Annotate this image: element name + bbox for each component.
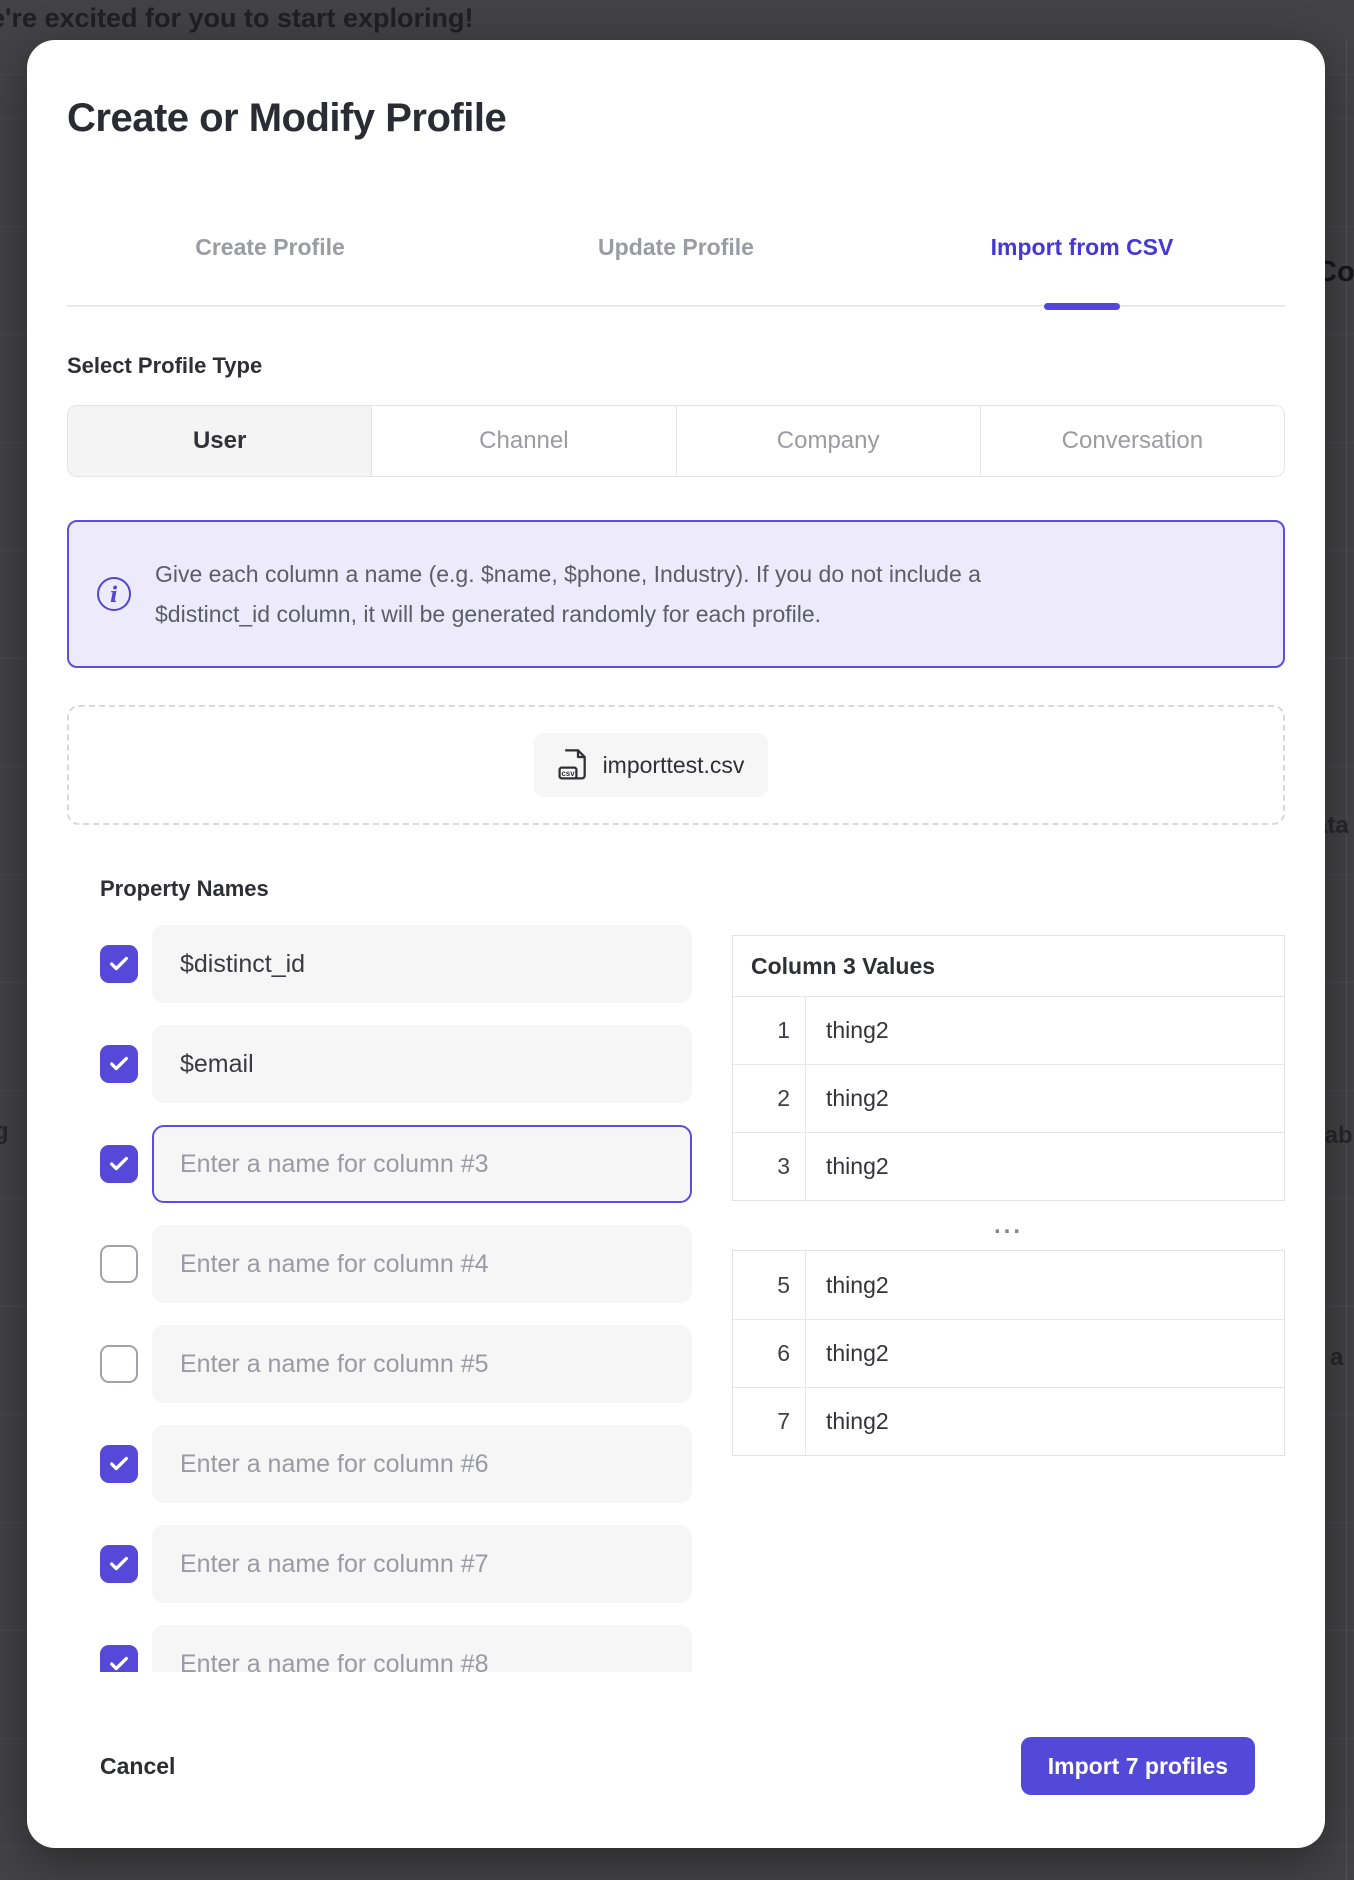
- property-checkbox-7[interactable]: [100, 1545, 138, 1583]
- uploaded-file-name: importtest.csv: [603, 752, 745, 779]
- mapping-section: Column 3 Values 1 thing2 2 thing2 3 thin…: [100, 925, 1285, 1672]
- background-fragment: a: [1330, 1344, 1343, 1372]
- row-value: thing2: [806, 1388, 1284, 1455]
- profile-type-segmented-control: User Channel Company Conversation: [67, 405, 1285, 477]
- property-row-3: [100, 1125, 692, 1203]
- background-grid-line-vertical: [1346, 40, 1347, 1880]
- property-checkbox-1[interactable]: [100, 945, 138, 983]
- check-icon: [108, 1153, 130, 1175]
- table-row: 5 thing2: [733, 1251, 1284, 1319]
- info-banner-line: $distinct_id column, it will be generate…: [155, 594, 981, 634]
- profile-type-channel[interactable]: Channel: [371, 406, 675, 476]
- import-profiles-button[interactable]: Import 7 profiles: [1021, 1737, 1255, 1795]
- profile-type-conversation[interactable]: Conversation: [980, 406, 1284, 476]
- row-value: thing2: [806, 1065, 1284, 1132]
- values-table-bottom: 5 thing2 6 thing2 7 thing2: [732, 1250, 1285, 1456]
- row-index: 1: [733, 997, 806, 1064]
- check-icon: [108, 1453, 130, 1475]
- property-row-6: [100, 1425, 692, 1503]
- info-banner: i Give each column a name (e.g. $name, $…: [67, 520, 1285, 668]
- rows-ellipsis: ...: [732, 1201, 1285, 1250]
- table-row: 1 thing2: [733, 996, 1284, 1064]
- modal-title: Create or Modify Profile: [67, 94, 1285, 142]
- property-name-input-2[interactable]: [152, 1025, 692, 1103]
- profile-type-user[interactable]: User: [68, 406, 371, 476]
- column-values-preview: Column 3 Values 1 thing2 2 thing2 3 thin…: [732, 935, 1285, 1456]
- property-checkbox-3[interactable]: [100, 1145, 138, 1183]
- tab-update-profile[interactable]: Update Profile: [473, 232, 879, 262]
- background-fragment: g: [0, 1118, 9, 1146]
- tab-import-from-csv[interactable]: Import from CSV: [879, 232, 1285, 262]
- property-checkbox-8[interactable]: [100, 1645, 138, 1672]
- row-index: 6: [733, 1320, 806, 1387]
- property-name-input-7[interactable]: [152, 1525, 692, 1603]
- property-row-8: [100, 1625, 692, 1672]
- table-row: 6 thing2: [733, 1319, 1284, 1387]
- property-row-1: [100, 925, 692, 1003]
- property-checkbox-2[interactable]: [100, 1045, 138, 1083]
- background-heading-text: e're excited for you to start exploring!: [0, 3, 474, 34]
- row-index: 5: [733, 1251, 806, 1319]
- property-name-input-1[interactable]: [152, 925, 692, 1003]
- cancel-button[interactable]: Cancel: [100, 1753, 175, 1780]
- csv-file-icon: csv: [558, 747, 590, 783]
- property-checkbox-4[interactable]: [100, 1245, 138, 1283]
- check-icon: [108, 1653, 130, 1672]
- property-name-input-4[interactable]: [152, 1225, 692, 1303]
- tab-create-profile[interactable]: Create Profile: [67, 232, 473, 262]
- tabs-divider: [67, 305, 1285, 307]
- row-index: 3: [733, 1133, 806, 1200]
- row-value: thing2: [806, 1251, 1284, 1319]
- row-value: thing2: [806, 1133, 1284, 1200]
- property-row-2: [100, 1025, 692, 1103]
- create-or-modify-profile-modal: Create or Modify Profile Create Profile …: [27, 40, 1325, 1848]
- property-name-input-6[interactable]: [152, 1425, 692, 1503]
- profile-type-company[interactable]: Company: [676, 406, 980, 476]
- modal-tabs: Create Profile Update Profile Import fro…: [67, 232, 1285, 262]
- values-table-top: Column 3 Values 1 thing2 2 thing2 3 thin…: [732, 935, 1285, 1201]
- property-row-4: [100, 1225, 692, 1303]
- csv-dropzone[interactable]: csv importtest.csv: [67, 705, 1285, 825]
- modal-footer: Cancel Import 7 profiles: [100, 1737, 1255, 1795]
- property-name-input-8[interactable]: [152, 1625, 692, 1672]
- row-index: 7: [733, 1388, 806, 1455]
- check-icon: [108, 1553, 130, 1575]
- property-names-label: Property Names: [100, 876, 1285, 902]
- property-checkbox-6[interactable]: [100, 1445, 138, 1483]
- table-row: 2 thing2: [733, 1064, 1284, 1132]
- active-tab-indicator: [1044, 303, 1120, 310]
- info-banner-text: Give each column a name (e.g. $name, $ph…: [155, 554, 981, 634]
- uploaded-file-chip: csv importtest.csv: [534, 733, 769, 797]
- check-icon: [108, 1053, 130, 1075]
- svg-text:csv: csv: [561, 769, 575, 778]
- remove-file-button[interactable]: [788, 749, 818, 782]
- row-index: 2: [733, 1065, 806, 1132]
- property-row-7: [100, 1525, 692, 1603]
- property-rows: [100, 925, 692, 1672]
- property-row-5: [100, 1325, 692, 1403]
- property-checkbox-5[interactable]: [100, 1345, 138, 1383]
- values-table-header: Column 3 Values: [733, 936, 1284, 996]
- check-icon: [108, 953, 130, 975]
- row-value: thing2: [806, 1320, 1284, 1387]
- table-row: 7 thing2: [733, 1387, 1284, 1455]
- info-banner-line: Give each column a name (e.g. $name, $ph…: [155, 554, 981, 594]
- row-value: thing2: [806, 997, 1284, 1064]
- property-name-input-3[interactable]: [152, 1125, 692, 1203]
- property-name-input-5[interactable]: [152, 1325, 692, 1403]
- select-profile-type-label: Select Profile Type: [67, 352, 1285, 380]
- table-row: 3 thing2: [733, 1132, 1284, 1200]
- info-icon: i: [97, 577, 131, 611]
